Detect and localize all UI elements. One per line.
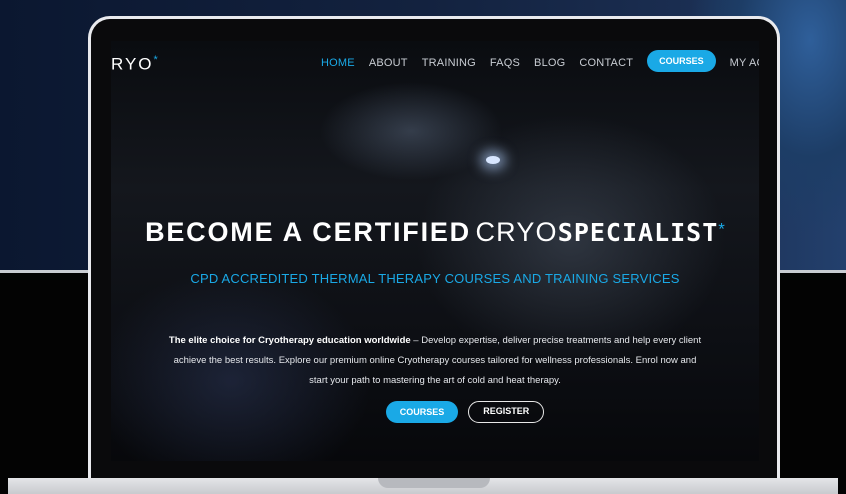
laptop-frame: RYO* HOME ABOUT TRAINING FAQS BLOG CONTA… bbox=[88, 16, 780, 486]
nav-item-about[interactable]: ABOUT bbox=[369, 57, 408, 69]
register-button[interactable]: REGISTER bbox=[468, 401, 545, 423]
hero-description: The elite choice for Cryotherapy educati… bbox=[111, 331, 759, 391]
nav-item-training[interactable]: TRAINING bbox=[422, 57, 476, 69]
hero-title: BECOME A CERTIFIED CRYOSPECIALIST* bbox=[111, 217, 759, 248]
nav-item-faqs[interactable]: FAQS bbox=[490, 57, 520, 69]
hero-description-line3: start your path to mastering the art of … bbox=[309, 375, 561, 386]
site-logo[interactable]: RYO* bbox=[111, 54, 160, 75]
hero-title-part3: SPECIALIST bbox=[557, 218, 719, 247]
logo-text: RYO bbox=[111, 54, 154, 74]
hero-description-bold: The elite choice for Cryotherapy educati… bbox=[168, 335, 411, 346]
nav-item-contact[interactable]: CONTACT bbox=[579, 57, 633, 69]
hero-title-part1: BECOME A CERTIFIED bbox=[145, 217, 471, 247]
hero-description-line2: achieve the best results. Explore our pr… bbox=[173, 355, 697, 366]
hero-cta-group: COURSES REGISTER bbox=[111, 401, 759, 423]
logo-mark: * bbox=[153, 54, 160, 66]
laptop-screen: RYO* HOME ABOUT TRAINING FAQS BLOG CONTA… bbox=[111, 41, 759, 461]
laptop-notch bbox=[378, 478, 490, 488]
nav-item-my-account[interactable]: MY ACCO bbox=[730, 57, 759, 69]
nav-item-home[interactable]: HOME bbox=[321, 57, 355, 69]
nav-menu: HOME ABOUT TRAINING FAQS BLOG CONTACT CO… bbox=[321, 50, 759, 72]
hero-title-mark: * bbox=[718, 219, 725, 239]
hero-title-part2: CRYO bbox=[475, 217, 558, 247]
light-glow bbox=[486, 156, 500, 164]
nav-item-blog[interactable]: BLOG bbox=[534, 57, 565, 69]
hero-description-line1: – Develop expertise, deliver precise tre… bbox=[410, 335, 702, 346]
courses-button[interactable]: COURSES bbox=[385, 401, 459, 423]
site-navbar: RYO* HOME ABOUT TRAINING FAQS BLOG CONTA… bbox=[111, 41, 759, 85]
nav-courses-button[interactable]: COURSES bbox=[647, 50, 716, 72]
hero-subtitle: CPD ACCREDITED THERMAL THERAPY COURSES A… bbox=[190, 271, 680, 286]
